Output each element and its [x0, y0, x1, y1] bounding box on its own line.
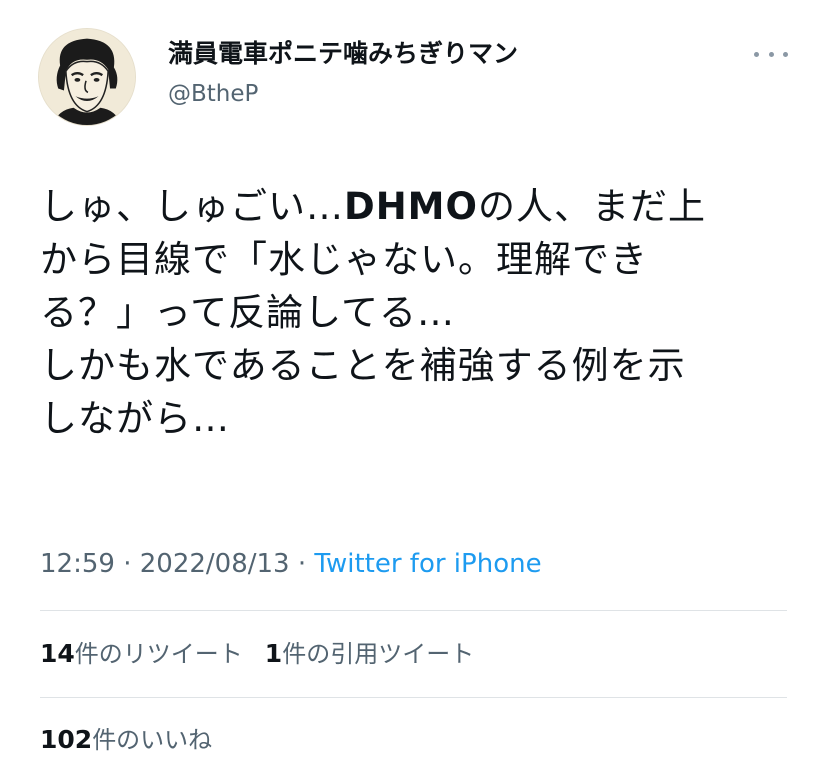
tweet-text-line: る？」って反論してる… [40, 291, 456, 334]
author-display-name[interactable]: 満員電車ポニテ噛みちぎりマン [168, 38, 518, 70]
likes-stat[interactable]: 102件のいいね [40, 724, 212, 756]
tweet-header: 満員電車ポニテ噛みちぎりマン @BtheP [38, 24, 798, 134]
engagement-stats: 14件のリツイート 1件の引用ツイート [40, 638, 474, 670]
avatar[interactable] [38, 28, 136, 126]
quotes-label: 件の引用ツイート [282, 640, 475, 668]
retweets-stat[interactable]: 14件のリツイート [40, 638, 243, 670]
more-dot [754, 51, 759, 57]
tweet-date[interactable]: 2022/08/13 [140, 549, 290, 579]
caricature-portrait-icon [39, 29, 135, 125]
tweet-source-link[interactable]: Twitter for iPhone [314, 549, 541, 579]
author-handle[interactable]: @BtheP [168, 78, 518, 110]
likes-count: 102 [40, 725, 93, 754]
tweet-text-line: しながら… [40, 397, 230, 440]
quotes-stat[interactable]: 1件の引用ツイート [265, 638, 474, 670]
more-dot [783, 51, 788, 57]
divider [40, 610, 787, 611]
quotes-count: 1 [264, 639, 283, 668]
meta-separator: · [297, 549, 307, 579]
author-names: 満員電車ポニテ噛みちぎりマン @BtheP [168, 38, 518, 110]
tweet-text-segment: の人、まだ上 [477, 185, 706, 228]
more-horizontal-icon[interactable] [754, 44, 788, 64]
tweet-metadata: 12:59 · 2022/08/13 · Twitter for iPhone [40, 546, 542, 582]
more-dot [768, 51, 774, 57]
tweet-text-line: しゅ、しゅごい…DHMOの人、まだ上 [40, 180, 790, 233]
tweet-text-segment: しゅ、しゅごい… [40, 185, 344, 228]
likes-stats: 102件のいいね [40, 724, 212, 756]
tweet-text-bold: DHMO [344, 185, 478, 228]
retweets-count: 14 [40, 639, 75, 668]
likes-label: 件のいいね [92, 726, 213, 754]
retweets-label: 件のリツイート [74, 640, 243, 668]
tweet-text-line: しかも水であることを補強する例を示 [40, 344, 686, 387]
tweet-time[interactable]: 12:59 [40, 549, 115, 579]
divider [40, 697, 787, 698]
meta-separator: · [123, 549, 132, 579]
tweet-text: しゅ、しゅごい…DHMOの人、まだ上 から目線で「水じゃない。理解でき る？」っ… [40, 180, 790, 445]
tweet-text-line: から目線で「水じゃない。理解でき [40, 238, 648, 281]
